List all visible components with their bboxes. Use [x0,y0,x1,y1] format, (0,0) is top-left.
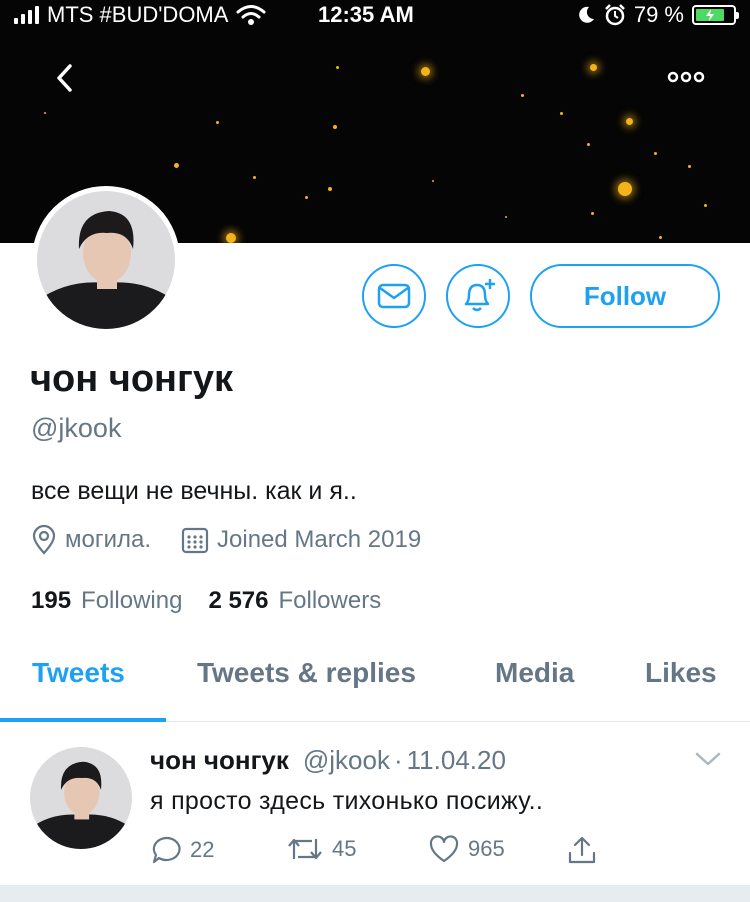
notifications-button[interactable] [446,264,510,328]
tab-tweets[interactable]: Tweets [32,657,125,689]
envelope-icon [377,283,411,309]
tab-likes[interactable]: Likes [645,657,717,689]
status-bar: MTS #BUD'DOMA 12:35 AM 79 % [0,0,750,30]
battery-percent: 79 % [633,2,684,27]
retweet-icon [288,838,322,860]
tweet-text: я просто здесь тихонько посижу.. [150,787,544,815]
profile-handle: @jkook [31,413,122,443]
timeline-divider [0,885,750,902]
carrier-name: MTS #BUD'DOMA [47,2,229,27]
tab-tweets-replies[interactable]: Tweets & replies [197,657,416,689]
follow-stats: 195 Following 2 576 Followers [31,587,407,615]
back-button[interactable] [44,58,84,98]
signal-icon [14,6,39,24]
avatar-image [37,191,175,329]
more-options-button[interactable] [662,60,710,94]
profile-meta: могила. Joined March 2019 [31,525,451,555]
retweet-button[interactable]: 45 [286,835,356,863]
bell-plus-icon [464,279,495,312]
battery-icon [692,5,739,25]
share-icon [568,836,596,864]
followers-count[interactable]: 2 576 [208,587,268,615]
more-dots-icon [667,71,705,83]
clock: 12:35 AM [318,2,414,27]
chevron-left-icon [57,64,72,92]
like-count: 965 [468,836,505,861]
reply-button[interactable]: 22 [150,835,214,865]
location-pin-icon [32,525,56,555]
location: могила. [31,525,151,555]
followers-label[interactable]: Followers [279,587,382,615]
share-button[interactable] [566,835,598,865]
follow-button[interactable]: Follow [530,264,720,328]
tab-media[interactable]: Media [495,657,574,689]
tweet-actions: 22 45 965 [150,835,610,867]
like-button[interactable]: 965 [428,835,505,863]
tweet-author-handle[interactable]: @jkook [303,745,390,776]
reply-count: 22 [190,837,215,862]
location-text: могила. [65,526,152,553]
tweet-header: чон чонгук @jkook · 11.04.20 [150,745,506,776]
chevron-down-icon[interactable] [694,749,722,769]
profile-avatar[interactable] [32,186,180,334]
alarm-icon [604,4,625,26]
join-date-text: Joined March 2019 [217,526,422,553]
following-label[interactable]: Following [81,587,182,615]
wifi-icon [236,5,266,25]
tweet-author-name[interactable]: чон чонгук [150,745,289,776]
join-date: Joined March 2019 [181,526,421,554]
retweet-count: 45 [332,836,357,861]
reply-icon [152,836,181,864]
display-name: чон чонгук [30,358,233,400]
moon-icon [579,6,594,23]
tweet[interactable]: чон чонгук @jkook · 11.04.20 я просто зд… [0,723,750,885]
profile-tabs: Tweets Tweets & replies Media Likes [0,640,750,722]
tweet-separator: · [393,745,403,775]
active-tab-indicator [0,718,166,722]
calendar-icon [181,527,209,554]
heart-icon [429,835,459,863]
message-button[interactable] [362,264,426,328]
avatar-image [30,747,132,849]
following-count[interactable]: 195 [31,587,71,615]
tweet-author-avatar[interactable] [30,747,132,849]
profile-bio: все вещи не вечны. как и я.. [31,477,357,505]
tweet-date[interactable]: 11.04.20 [407,745,506,776]
